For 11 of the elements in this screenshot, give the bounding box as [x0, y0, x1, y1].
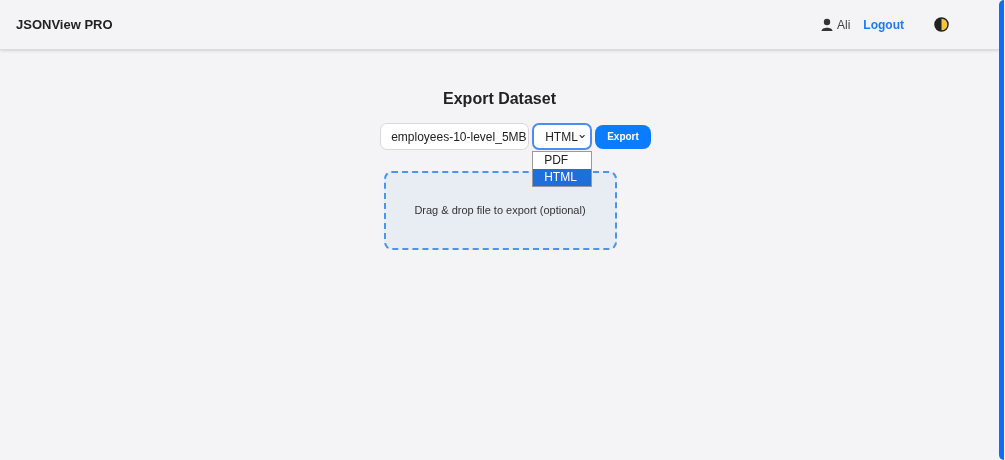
user-icon [821, 18, 833, 31]
format-select[interactable]: HTML [532, 123, 593, 150]
export-button[interactable]: Export [595, 124, 651, 149]
brand-title: JSONView PRO [16, 15, 113, 34]
dropdown-option[interactable]: HTML [533, 169, 592, 186]
dataset-select[interactable]: employees-10-level_5MB [380, 123, 530, 150]
theme-toggle-icon[interactable] [934, 17, 949, 32]
scrollbar[interactable] [999, 0, 1004, 460]
logout-link[interactable]: Logout [863, 15, 904, 34]
page-title: Export Dataset [443, 89, 556, 109]
user-name: Ali [837, 16, 851, 34]
